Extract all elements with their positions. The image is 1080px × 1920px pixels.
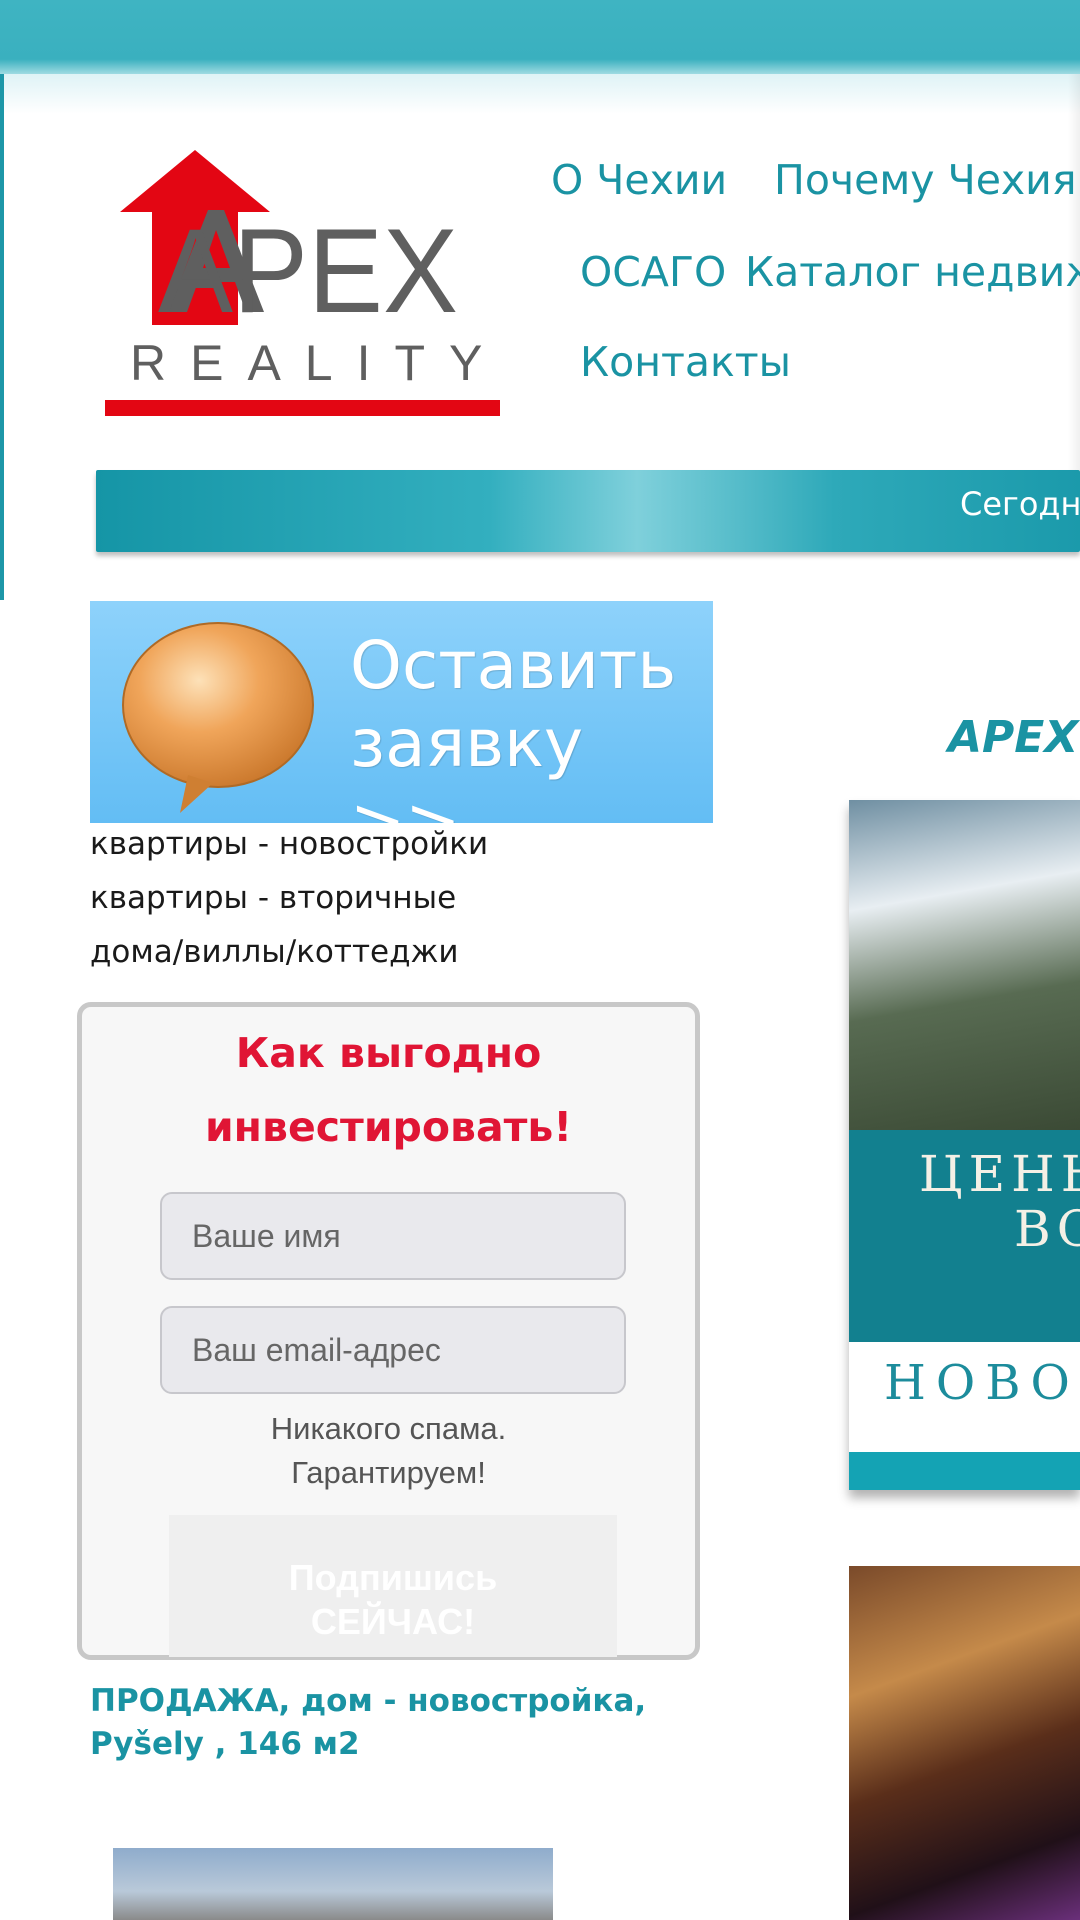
subscribe-button[interactable]: Подпишись СЕЙЧАС! (169, 1515, 617, 1657)
promo-photo (849, 800, 1080, 1130)
speech-bubble-icon (122, 622, 314, 813)
leave-request-line1: Оставить (350, 627, 677, 704)
top-bar (0, 0, 1080, 74)
leave-request-text: Оставить заявку >> (350, 627, 713, 823)
logo[interactable]: APEX REALITY (100, 150, 510, 420)
logo-word: APEX (158, 204, 458, 338)
nav-item-kontakty[interactable]: Контакты (580, 338, 791, 386)
leave-request-banner[interactable]: Оставить заявку >> (90, 601, 713, 823)
category-link[interactable]: квартиры - вторичные (90, 880, 456, 916)
listing-title[interactable]: ПРОДАЖА, дом - новостройка, Pyšely , 146… (90, 1680, 690, 1766)
apex-heading: APEX (948, 712, 1079, 763)
promo-bottom-bar (849, 1452, 1080, 1490)
category-link[interactable]: дома/виллы/коттеджи (90, 934, 459, 970)
leave-request-line2: заявку >> (350, 705, 584, 823)
info-strip (96, 470, 1080, 552)
promo-text-line3: НОВО (884, 1355, 1080, 1411)
subscribe-button-line1: Подпишись (288, 1557, 498, 1598)
info-strip-text: Сегодн (960, 485, 1080, 523)
promo-text-line2: ВО (1014, 1200, 1080, 1258)
left-border (0, 74, 4, 600)
logo-sub: REALITY (130, 335, 506, 391)
promo-text-line1: ЦЕНЫ (919, 1145, 1080, 1203)
no-spam-line2: Гарантируем! (291, 1455, 486, 1490)
subscribe-button-line2: СЕЙЧАС! (310, 1601, 476, 1642)
listing-photo[interactable] (113, 1848, 553, 1920)
nav-item-katalog[interactable]: Каталог недвиж (745, 248, 1080, 296)
no-spam-line1: Никакого спама. (270, 1411, 507, 1446)
subscribe-title-line1: Как выгодно (235, 1029, 542, 1077)
promo-photo-2[interactable] (849, 1566, 1080, 1920)
promo-banner[interactable]: ЦЕНЫ ВО НОВО (849, 800, 1080, 1490)
apex-reality-logo: APEX REALITY (105, 150, 506, 416)
top-fade (0, 74, 1080, 114)
subscribe-form: Как выгодно инвестировать! Никакого спам… (77, 1002, 700, 1660)
nav-item-osago[interactable]: ОСАГО (580, 248, 726, 296)
category-link[interactable]: квартиры - новостройки (90, 826, 488, 862)
nav-item-pochemu-chekhiya[interactable]: Почему Чехия (774, 156, 1077, 204)
name-input[interactable] (160, 1192, 626, 1280)
subscribe-title-line2: инвестировать! (204, 1103, 573, 1151)
nav-item-o-chekhii[interactable]: О Чехии (551, 156, 727, 204)
email-input[interactable] (160, 1306, 626, 1394)
logo-underline (105, 400, 500, 416)
